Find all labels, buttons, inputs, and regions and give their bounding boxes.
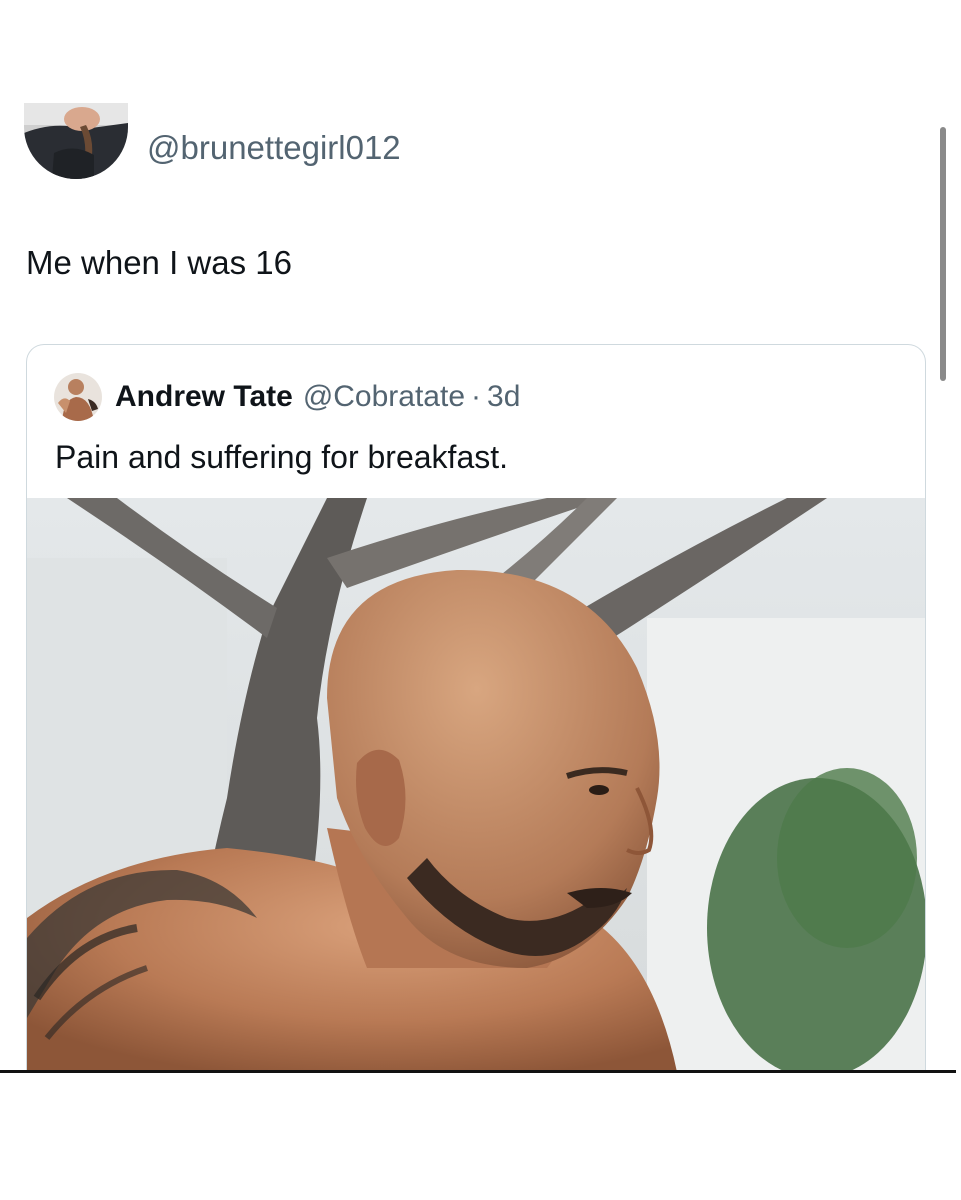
quoted-author-avatar[interactable] xyxy=(54,373,102,421)
author-avatar[interactable] xyxy=(24,103,128,179)
avatar-image xyxy=(54,373,102,421)
quoted-tweet-timestamp[interactable]: 3d xyxy=(487,380,520,414)
quoted-tweet-card[interactable]: Andrew Tate @Cobratate · 3d Pain and suf… xyxy=(26,344,926,1072)
quoted-author-name[interactable]: Andrew Tate xyxy=(115,380,293,414)
photo-image xyxy=(27,498,925,1072)
quoted-tweet-photo[interactable] xyxy=(27,498,925,1072)
dot-separator: · xyxy=(471,380,482,413)
divider-line xyxy=(0,1070,956,1073)
author-handle[interactable]: @brunettegirl012 xyxy=(147,131,401,164)
quoted-tweet-header: Andrew Tate @Cobratate · 3d xyxy=(54,373,520,421)
scrollbar[interactable] xyxy=(940,127,946,381)
tweet-text: Me when I was 16 xyxy=(26,244,292,281)
quoted-tweet-text: Pain and suffering for breakfast. xyxy=(55,439,509,475)
quoted-author-handle[interactable]: @Cobratate xyxy=(303,380,465,414)
avatar-image xyxy=(24,103,128,179)
